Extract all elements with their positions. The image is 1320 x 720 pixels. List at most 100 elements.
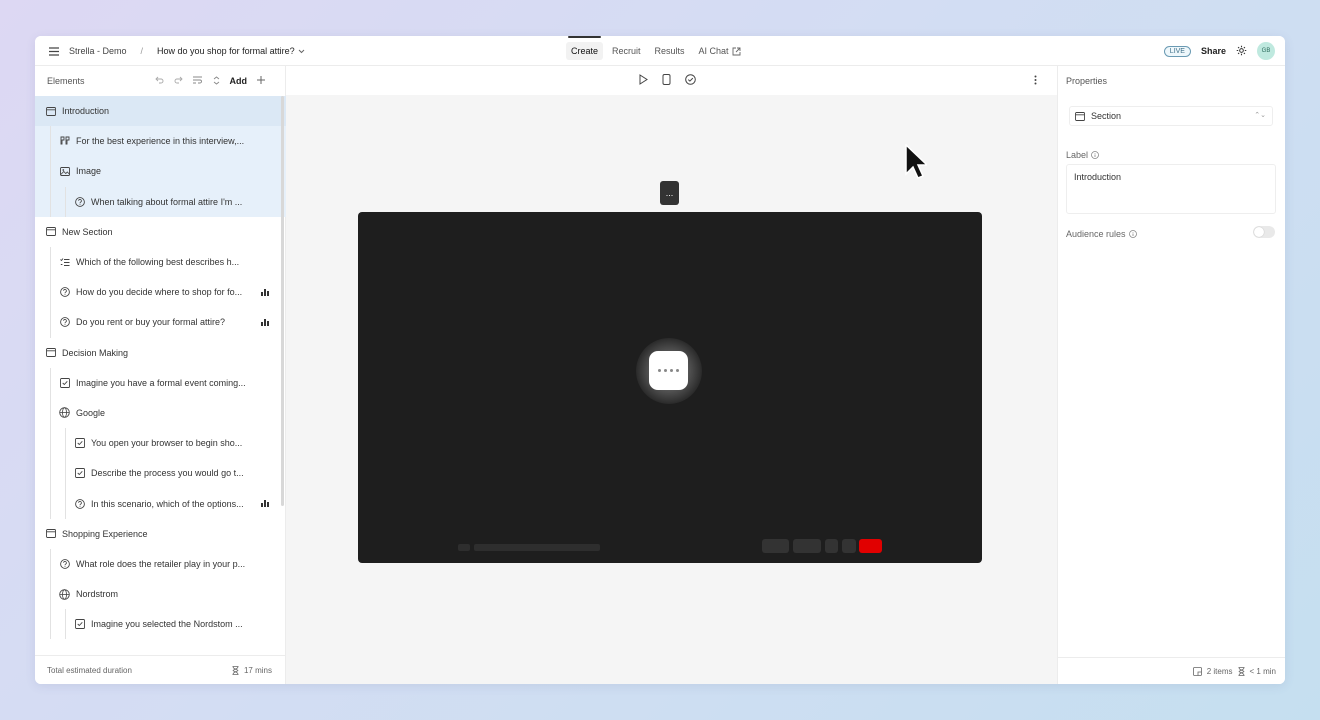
check-circle-icon[interactable] <box>685 74 696 87</box>
record-button[interactable] <box>859 539 882 553</box>
wrap-text-icon[interactable] <box>192 76 203 86</box>
tree-guide-line <box>50 488 51 519</box>
share-button[interactable]: Share <box>1201 46 1226 56</box>
tree-list-item[interactable]: Imagine you selected the Nordstom ... <box>35 609 286 640</box>
globe-icon <box>59 588 70 600</box>
floating-menu-button[interactable]: ... <box>660 181 679 205</box>
tree-list-item[interactable]: Image <box>35 156 286 187</box>
hourglass-icon <box>232 665 239 675</box>
tab-create[interactable]: Create <box>566 36 604 60</box>
tree-item-label: Decision Making <box>62 347 129 358</box>
tree-list-item[interactable]: Nordstrom <box>35 579 286 610</box>
top-bar-actions: LIVE Share GB <box>1163 36 1275 66</box>
breadcrumb: Strella - Demo / How do you shop for for… <box>49 36 305 66</box>
total-duration: 17 mins <box>232 666 272 675</box>
tab-ai-chat[interactable]: AI Chat <box>694 42 746 60</box>
audience-rules-title: Audience rules <box>1066 229 1137 239</box>
audience-rules-toggle[interactable] <box>1253 226 1275 238</box>
breadcrumb-separator: / <box>140 46 144 56</box>
undo-icon[interactable] <box>154 76 164 86</box>
control-button-placeholder[interactable] <box>842 539 856 553</box>
loading-spinner-icon <box>649 351 688 390</box>
elements-panel-header: Elements Add <box>35 66 285 96</box>
tree-guide-line <box>50 609 51 640</box>
tree-section-item[interactable]: New Section <box>35 217 286 247</box>
study-title-dropdown[interactable]: How do you shop for formal attire? <box>157 46 305 56</box>
total-duration-value: 17 mins <box>243 665 272 675</box>
tab-recruit[interactable]: Recruit <box>607 42 646 60</box>
main-tabs: Create Recruit Results AI Chat <box>566 36 746 66</box>
info-icon <box>1128 230 1137 238</box>
hourglass-icon <box>1238 666 1245 676</box>
tree-list-item[interactable]: For the best experience in this intervie… <box>35 126 286 157</box>
tree-item-label: Describe the process you would go t... <box>91 468 244 479</box>
tree-section-item[interactable]: Introduction <box>35 96 286 127</box>
tree-item-label: Introduction <box>62 106 110 117</box>
tab-ai-chat-label: AI Chat <box>698 46 729 56</box>
tree-guide-line <box>50 277 51 308</box>
tree-list-item[interactable]: In this scenario, which of the options..… <box>35 488 286 519</box>
question-icon <box>74 196 85 207</box>
items-count: 2 items <box>1206 666 1233 676</box>
task-icon <box>74 468 85 479</box>
results-chart-icon <box>261 318 269 327</box>
tree-item-label: Which of the following best describes h.… <box>76 257 240 268</box>
plus-icon[interactable] <box>257 76 265 86</box>
tree-item-label: Imagine you have a formal event coming..… <box>76 377 246 388</box>
top-bar: Strella - Demo / How do you shop for for… <box>35 36 1285 66</box>
tree-list-item[interactable]: When talking about formal attire I'm ... <box>35 186 286 217</box>
tree-list-item[interactable]: How do you decide where to shop for fo..… <box>35 277 286 308</box>
total-duration-label: Total estimated duration <box>47 665 132 675</box>
items-duration: < 1 min <box>1249 666 1276 676</box>
tree-guide-line <box>65 609 66 640</box>
info-icon <box>1091 151 1099 159</box>
tree-item-label: What role does the retailer play in your… <box>76 558 246 569</box>
control-button-placeholder[interactable] <box>793 539 821 553</box>
label-field-title: Label <box>1066 150 1099 160</box>
tree-list-item[interactable]: Google <box>35 397 286 429</box>
task-icon <box>74 619 85 630</box>
elements-scrollbar[interactable] <box>281 96 284 506</box>
tree-list-item[interactable]: You open your browser to begin sho... <box>35 428 286 459</box>
audience-rules-label: Audience rules <box>1066 229 1126 239</box>
hamburger-menu-icon[interactable] <box>49 45 61 57</box>
select-chevrons-icon: ⌃⌄ <box>1254 112 1266 119</box>
tree-guide-line <box>50 126 51 157</box>
settings-gear-icon[interactable] <box>1236 45 1247 58</box>
tree-list-item[interactable]: What role does the retailer play in your… <box>35 548 286 579</box>
tree-section-item[interactable]: Decision Making <box>35 338 286 368</box>
properties-footer: 2 items < 1 min <box>1058 657 1285 684</box>
tree-list-item[interactable]: Do you rent or buy your formal attire? <box>35 307 286 338</box>
mouse-cursor-icon <box>905 143 929 182</box>
expand-collapse-icon[interactable] <box>213 75 220 87</box>
control-button-placeholder[interactable] <box>825 539 838 553</box>
properties-panel: Properties Section ⌃⌄ Label Introduction… <box>1057 66 1285 684</box>
tree-list-item[interactable]: Which of the following best describes h.… <box>35 246 286 278</box>
element-type-select[interactable]: Section ⌃⌄ <box>1069 106 1273 126</box>
tab-results[interactable]: Results <box>650 42 690 60</box>
tree-item-label: New Section <box>62 226 113 237</box>
results-chart-icon <box>261 499 269 508</box>
image-icon <box>59 166 70 177</box>
project-name-link[interactable]: Strella - Demo <box>69 46 127 56</box>
items-icon <box>1192 666 1202 676</box>
section-icon <box>45 528 56 539</box>
tree-list-item[interactable]: Imagine you have a formal event coming..… <box>35 367 286 398</box>
external-link-icon <box>732 47 741 55</box>
label-textarea[interactable]: Introduction <box>1066 164 1276 214</box>
add-element-button[interactable]: Add <box>230 76 248 86</box>
tree-section-item[interactable]: Shopping Experience <box>35 519 286 549</box>
tree-guide-line <box>50 186 51 217</box>
tree-guide-line <box>50 307 51 338</box>
user-avatar[interactable]: GB <box>1257 42 1275 60</box>
results-chart-icon <box>261 288 269 297</box>
tree-list-item[interactable]: Describe the process you would go t... <box>35 458 286 489</box>
control-button-placeholder[interactable] <box>762 539 789 553</box>
element-type-value: Section <box>1091 111 1122 121</box>
mobile-preview-icon[interactable] <box>662 74 671 87</box>
tree-item-label: You open your browser to begin sho... <box>91 438 243 449</box>
redo-icon[interactable] <box>174 76 183 86</box>
play-preview-icon[interactable] <box>638 74 648 87</box>
tree-item-label: Imagine you selected the Nordstom ... <box>91 619 243 630</box>
more-options-icon[interactable] <box>1034 75 1037 87</box>
